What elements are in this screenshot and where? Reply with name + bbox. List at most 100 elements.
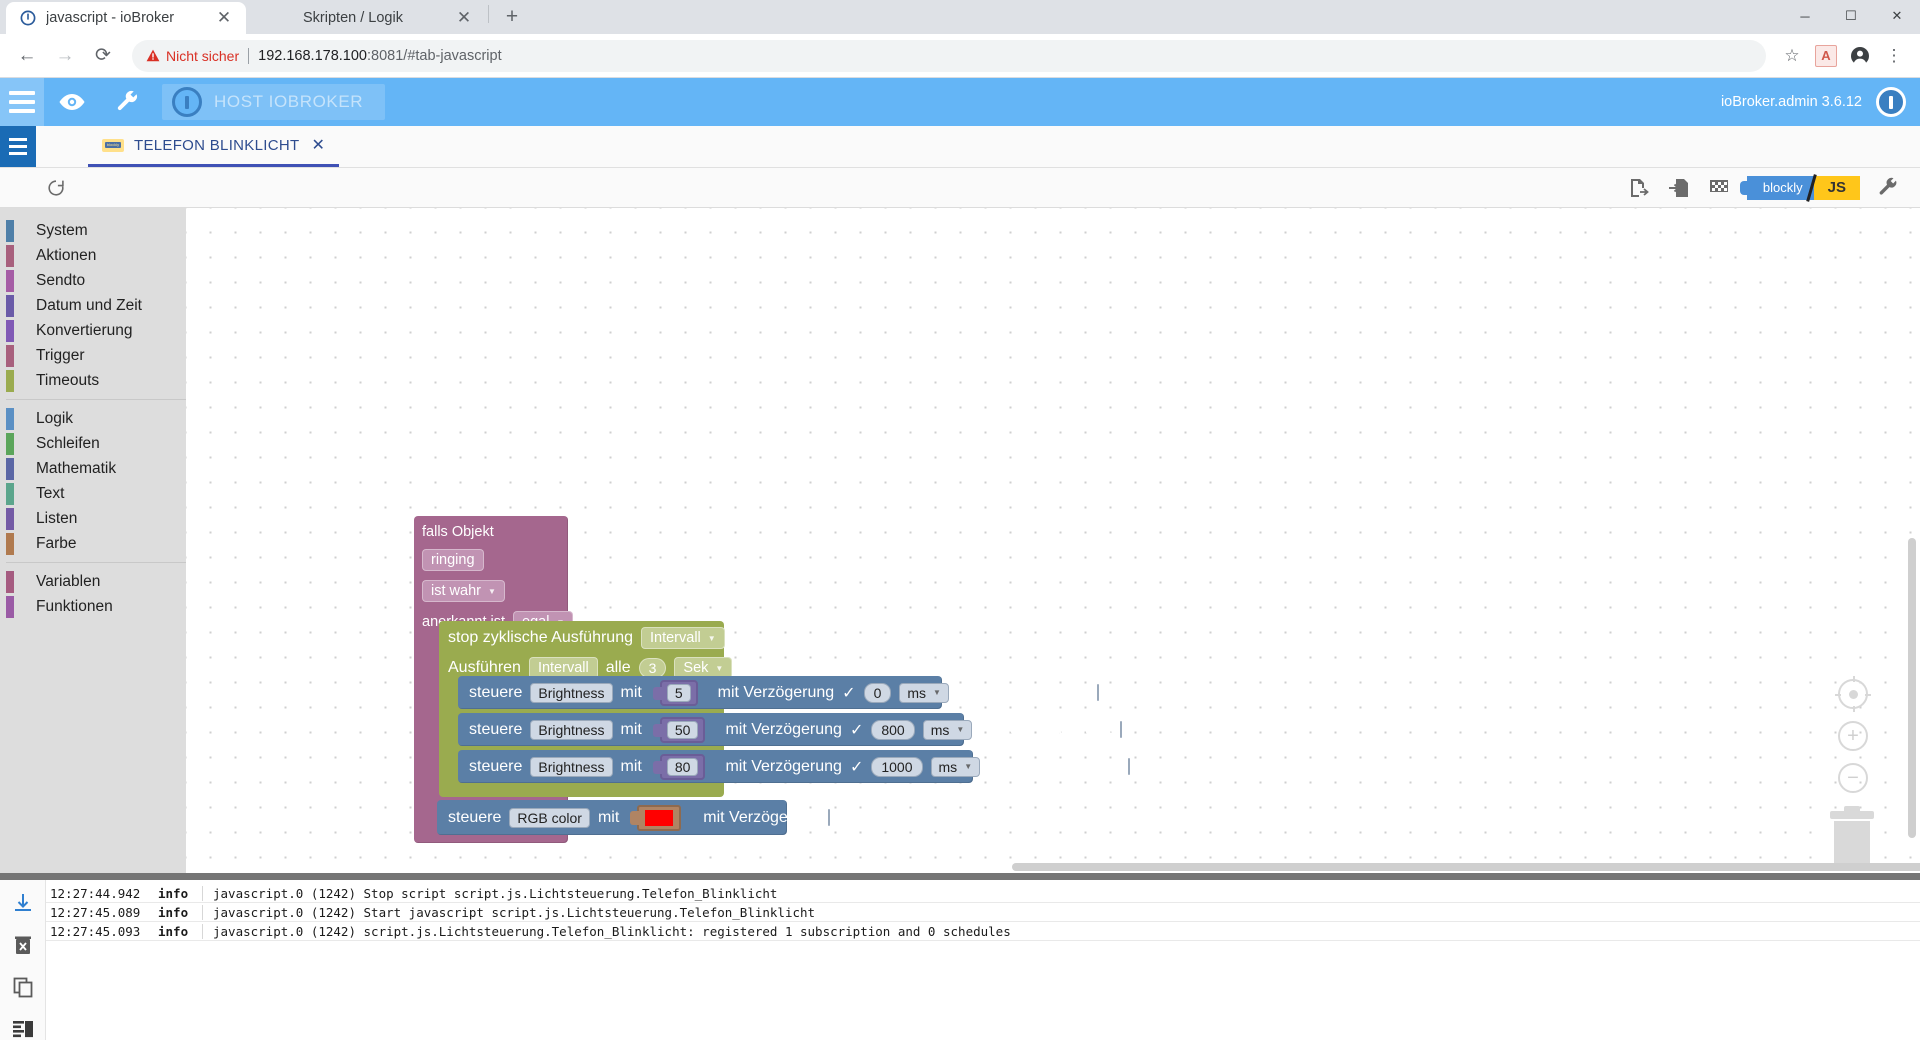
toolbox-item-variablen[interactable]: Variablen xyxy=(0,569,186,594)
eye-icon[interactable] xyxy=(44,78,100,126)
toolbox-item-label: Timeouts xyxy=(36,371,100,389)
toolbox-item-konvertierung[interactable]: Konvertierung xyxy=(0,318,186,343)
control-value-field[interactable]: 50 xyxy=(666,720,699,739)
control-target-field[interactable]: Brightness xyxy=(530,756,613,777)
bookmark-star-icon[interactable]: ☆ xyxy=(1776,40,1808,72)
toolbox-item-funktionen[interactable]: Funktionen xyxy=(0,594,186,619)
rgb-color-socket[interactable] xyxy=(630,804,682,831)
window-close-button[interactable]: ✕ xyxy=(1874,0,1920,32)
center-target-icon[interactable] xyxy=(1835,676,1871,712)
stop-interval-field[interactable]: Intervall ▼ xyxy=(641,627,725,649)
control-target-field[interactable]: Brightness xyxy=(530,719,613,740)
clear-log-icon[interactable] xyxy=(10,932,36,958)
wrench-icon[interactable] xyxy=(100,78,156,126)
script-tab-close[interactable]: ✕ xyxy=(311,135,325,155)
forward-button[interactable]: → xyxy=(48,39,82,73)
log-timestamp: 12:27:44.942 xyxy=(50,885,141,901)
copy-log-icon[interactable] xyxy=(10,974,36,1000)
clear-checkbox[interactable] xyxy=(1127,758,1130,775)
address-bar[interactable]: Nicht sicher 192.168.178.100:8081/#tab-j… xyxy=(132,39,1766,72)
window-minimize-button[interactable]: ─ xyxy=(1782,0,1828,32)
checkered-flag-icon[interactable] xyxy=(1701,172,1737,204)
delay-checkbox[interactable]: ✓ xyxy=(842,683,855,703)
hamburger-menu-icon[interactable] xyxy=(0,78,44,126)
rgb-delay-checkbox[interactable] xyxy=(827,809,830,826)
delay-checkbox[interactable]: ✓ xyxy=(850,720,863,740)
control-value-socket[interactable]: 50 xyxy=(652,716,706,743)
if-object-field[interactable]: ringing xyxy=(422,549,484,571)
browser-menu-icon[interactable]: ⋮ xyxy=(1878,40,1910,72)
toolbox-item-sendto[interactable]: Sendto xyxy=(0,268,186,293)
delay-value-field[interactable]: 800 xyxy=(871,719,915,740)
log-row[interactable]: 12:27:45.093 info javascript.0 (1242) sc… xyxy=(46,922,1920,941)
import-icon[interactable] xyxy=(1661,172,1697,204)
control-target-field[interactable]: Brightness xyxy=(530,682,613,703)
profile-avatar-icon[interactable] xyxy=(1844,40,1876,72)
log-row[interactable]: 12:27:45.089 info javascript.0 (1242) St… xyxy=(46,903,1920,922)
toolbox-item-system[interactable]: System xyxy=(0,218,186,243)
zoom-in-button[interactable]: + xyxy=(1838,721,1868,751)
blockly-js-toggle[interactable]: blockly JS xyxy=(1739,173,1860,202)
js-mode-label[interactable]: JS xyxy=(1813,175,1860,200)
workspace-vscrollbar[interactable] xyxy=(1908,538,1916,838)
control-value-socket[interactable]: 5 xyxy=(652,679,698,706)
scroll-to-bottom-icon[interactable] xyxy=(10,890,36,916)
blockly-canvas[interactable]: falls Objekt ringing ist wahr▼ anerkannt… xyxy=(186,208,1920,873)
rgb-target-field[interactable]: RGB color xyxy=(509,807,590,828)
reload-button[interactable]: ⟳ xyxy=(86,39,120,73)
browser-tab-1[interactable]: Skripten / Logik ✕ xyxy=(246,2,486,34)
if-condition-field[interactable]: ist wahr ▼ xyxy=(422,580,505,602)
clear-checkbox[interactable] xyxy=(1096,684,1099,701)
list-menu-icon[interactable] xyxy=(0,126,36,167)
block-steuere-brightness-3[interactable]: steuere Brightness mit 80 mit Verzögerun… xyxy=(458,750,1130,783)
hscroll-thumb[interactable] xyxy=(1012,863,1920,871)
trash-icon[interactable] xyxy=(1830,806,1874,865)
if-condition-row: ist wahr ▼ xyxy=(422,580,568,602)
control-value-socket[interactable]: 80 xyxy=(652,753,706,780)
delay-checkbox[interactable]: ✓ xyxy=(850,757,863,777)
toolbox-item-logik[interactable]: Logik xyxy=(0,406,186,431)
delay-unit-field[interactable]: ms ▼ xyxy=(930,756,981,777)
blockly-mode-label[interactable]: blockly xyxy=(1739,175,1814,200)
log-splitter[interactable] xyxy=(0,873,1920,880)
interval-value-field[interactable]: 3 xyxy=(638,658,667,678)
host-selector[interactable]: HOST IOBROKER xyxy=(162,84,386,120)
toolbox-item-datum-und-zeit[interactable]: Datum und Zeit xyxy=(0,293,186,318)
zoom-out-button[interactable]: − xyxy=(1838,763,1868,793)
toolbox-item-farbe[interactable]: Farbe xyxy=(0,531,186,556)
block-steuere-rgb-color[interactable]: steuere RGB color mit mit Verzögerung xyxy=(437,800,830,835)
window-maximize-button[interactable]: ☐ xyxy=(1828,0,1874,32)
browser-tab-close[interactable]: ✕ xyxy=(214,8,234,28)
script-tab-telefon-blinklicht[interactable]: blockly TELEFON BLINKLICHT ✕ xyxy=(88,126,340,167)
toolbox-group-1: Logik Schleifen Mathematik Text Listen F… xyxy=(0,406,186,556)
control-value-field[interactable]: 80 xyxy=(666,757,699,776)
browser-tab-0[interactable]: javascript - ioBroker ✕ xyxy=(6,2,246,34)
rgb-color-chip[interactable] xyxy=(645,809,674,826)
delay-label: mit Verzögerung xyxy=(725,757,842,775)
new-tab-button[interactable]: + xyxy=(497,2,527,32)
delay-value-field[interactable]: 0 xyxy=(863,682,892,703)
export-icon[interactable] xyxy=(1621,172,1657,204)
toolbox-item-listen[interactable]: Listen xyxy=(0,506,186,531)
delay-value-field[interactable]: 1000 xyxy=(871,756,923,777)
block-steuere-brightness-2[interactable]: steuere Brightness mit 50 mit Verzögerun… xyxy=(458,713,1122,746)
toolbox-item-trigger[interactable]: Trigger xyxy=(0,343,186,368)
settings-wrench-icon[interactable] xyxy=(1870,172,1906,204)
toolbox-item-schleifen[interactable]: Schleifen xyxy=(0,431,186,456)
back-button[interactable]: ← xyxy=(10,39,44,73)
clear-checkbox[interactable] xyxy=(1119,721,1122,738)
control-value-field[interactable]: 5 xyxy=(666,683,691,702)
workspace-hscrollbar[interactable] xyxy=(372,863,1920,871)
delay-unit-field[interactable]: ms ▼ xyxy=(922,719,973,740)
toolbox-item-text[interactable]: Text xyxy=(0,481,186,506)
toolbox-item-timeouts[interactable]: Timeouts xyxy=(0,368,186,393)
browser-tab-close[interactable]: ✕ xyxy=(454,8,474,28)
toolbox-item-aktionen[interactable]: Aktionen xyxy=(0,243,186,268)
delay-unit-field[interactable]: ms ▼ xyxy=(899,682,949,703)
block-steuere-brightness-1[interactable]: steuere Brightness mit 5 mit Verzögerung… xyxy=(458,676,1099,709)
log-row[interactable]: 12:27:44.942 info javascript.0 (1242) St… xyxy=(46,884,1920,903)
toolbox-item-mathematik[interactable]: Mathematik xyxy=(0,456,186,481)
reload-icon[interactable] xyxy=(38,172,74,204)
layout-toggle-icon[interactable] xyxy=(10,1016,36,1040)
pdf-extension-icon[interactable]: A xyxy=(1810,40,1842,72)
